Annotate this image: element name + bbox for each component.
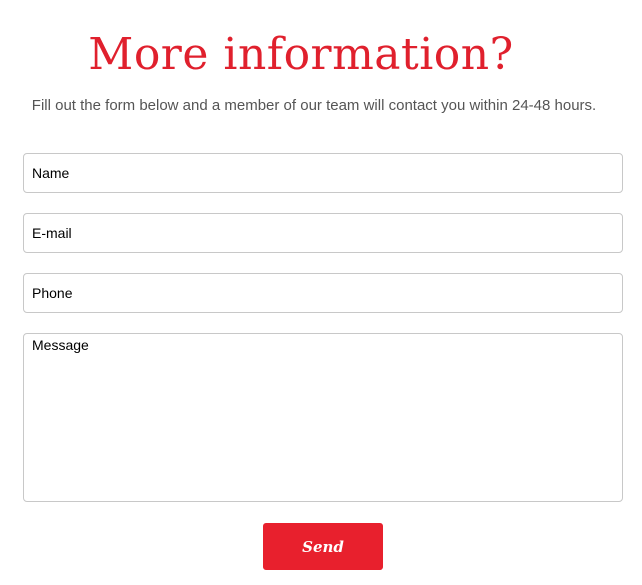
page-title: More information? xyxy=(88,29,514,80)
form-description: Fill out the form below and a member of … xyxy=(31,97,597,114)
message-field[interactable] xyxy=(23,333,623,502)
phone-field[interactable] xyxy=(23,273,623,313)
name-field[interactable] xyxy=(23,153,623,193)
send-button[interactable]: Send xyxy=(263,523,383,570)
contact-form-page: More information? Fill out the form belo… xyxy=(0,0,642,585)
email-field[interactable] xyxy=(23,213,623,253)
